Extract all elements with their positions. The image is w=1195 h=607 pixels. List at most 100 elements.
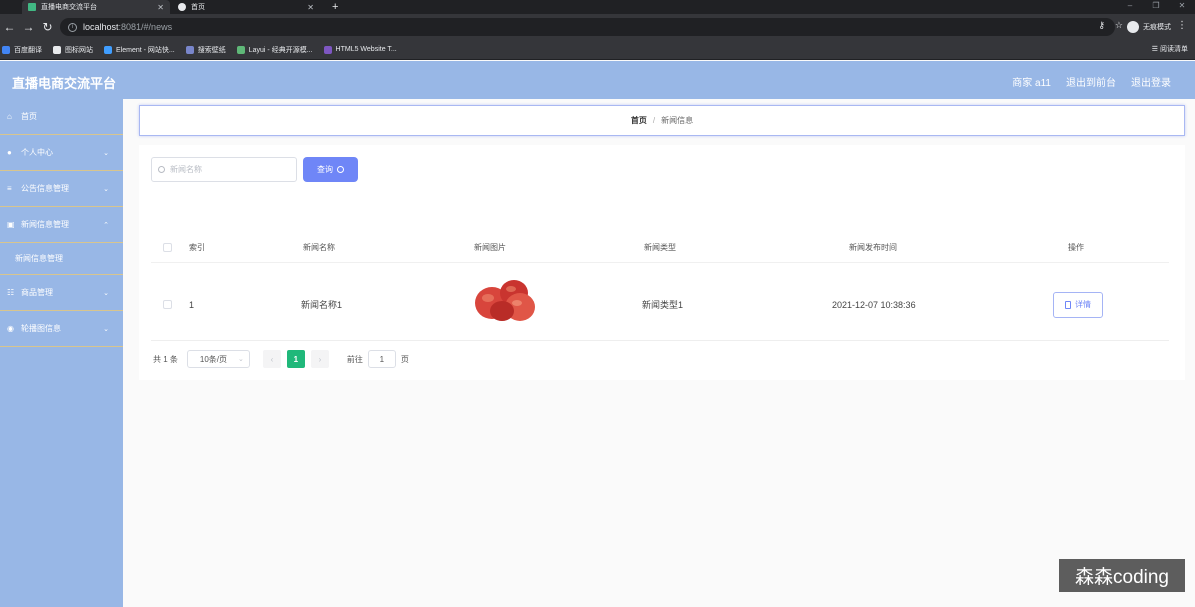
sidebar-item-label: 个人中心	[21, 148, 53, 157]
news-icon: ▣	[7, 219, 15, 229]
reading-list-icon: ☰	[1151, 46, 1160, 53]
search-placeholder: 新闻名称	[170, 165, 202, 174]
tab-search-icon[interactable]	[0, 0, 14, 14]
chevron-down-icon: ⌄	[103, 149, 109, 157]
reload-icon[interactable]: ↻	[38, 20, 57, 34]
chevron-down-icon: ⌄	[238, 356, 244, 363]
info-icon[interactable]: i	[68, 22, 77, 32]
col-header-image: 新闻图片	[474, 243, 506, 252]
app-header: 直播电商交流平台 商家 a11 退出到前台 退出登录	[0, 61, 1195, 99]
chevron-up-icon: ⌃	[103, 221, 109, 229]
globe-icon	[178, 3, 186, 11]
url-host: localhost	[83, 22, 119, 32]
tab-home[interactable]: 首页 ✕	[172, 0, 320, 14]
flag-icon	[53, 45, 61, 54]
incognito-label: 无痕模式	[1143, 24, 1171, 31]
bookmark-item[interactable]: 图标网站	[53, 45, 93, 55]
select-all-checkbox[interactable]	[163, 243, 172, 252]
page-number-current[interactable]: 1	[286, 350, 305, 368]
goto-page-input[interactable]: 1	[367, 350, 396, 368]
url-path: :8081/#/news	[118, 22, 173, 32]
cell-type: 新闻类型1	[642, 300, 684, 310]
breadcrumb-separator: /	[652, 116, 656, 125]
incognito-indicator[interactable]: 无痕模式	[1127, 21, 1171, 33]
reading-list-label: 阅读清单	[1160, 46, 1188, 53]
breadcrumb: 首页 / 新闻信息	[139, 105, 1185, 136]
element-icon	[104, 45, 112, 54]
address-bar-row: ← → ↻ i localhost:8081/#/news ⚷ ☆ 无痕模式 ⋮	[0, 14, 1195, 40]
next-page-button[interactable]: ›	[310, 350, 329, 368]
bookmark-item[interactable]: Layui - 经典开源模...	[236, 45, 313, 55]
col-header-actions: 操作	[1068, 243, 1084, 252]
url-actions: ⚷ ☆	[1098, 20, 1123, 31]
minimize-icon[interactable]: –	[1117, 0, 1143, 14]
content-panel: 新闻名称 查询 索引 新闻名称 新闻图片 新闻类型 新闻发布时间 操作 1 新闻…	[139, 145, 1185, 380]
document-icon	[1065, 300, 1071, 309]
bookmark-item[interactable]: 搜索壁纸	[185, 45, 226, 55]
chevron-down-icon: ⌄	[103, 325, 109, 333]
header-actions: 商家 a11 退出到前台 退出登录	[1012, 74, 1171, 89]
bookmark-label: HTML5 Website T...	[335, 46, 397, 53]
layui-icon	[236, 45, 245, 54]
key-icon[interactable]: ⚷	[1098, 20, 1105, 31]
bookmark-label: Element - 网站快...	[116, 46, 175, 54]
sidebar-item-notices[interactable]: ≡ 公告信息管理 ⌄	[0, 171, 123, 207]
bookmark-label: 图标网站	[65, 46, 93, 54]
bookmark-item[interactable]: 百度翻译	[2, 45, 42, 55]
translate-icon	[2, 45, 10, 54]
chevron-down-icon: ⌄	[103, 185, 109, 193]
list-icon: ≡	[7, 183, 12, 193]
news-name-search-input[interactable]: 新闻名称	[151, 157, 297, 182]
breadcrumb-home[interactable]: 首页	[631, 115, 647, 126]
pagination-total: 共 1 条	[153, 354, 178, 364]
sidebar-item-home[interactable]: ⌂ 首页	[0, 99, 123, 135]
back-to-frontend-link[interactable]: 退出到前台	[1066, 74, 1116, 89]
new-tab-button[interactable]: +	[326, 0, 344, 14]
maximize-icon[interactable]: ❐	[1143, 0, 1169, 14]
query-button[interactable]: 查询	[303, 157, 358, 182]
query-button-label: 查询	[317, 165, 333, 174]
url-field[interactable]: i localhost:8081/#/news	[60, 18, 1115, 36]
tab-current[interactable]: 直播电商交流平台 ✕	[22, 0, 170, 14]
sidebar-subitem-news[interactable]: 新闻信息管理	[0, 243, 123, 275]
sidebar-item-profile[interactable]: ● 个人中心 ⌄	[0, 135, 123, 171]
logout-link[interactable]: 退出登录	[1131, 74, 1171, 89]
col-header-type: 新闻类型	[644, 243, 676, 252]
forward-icon[interactable]: →	[19, 20, 38, 34]
cell-time: 2021-12-07 10:38:36	[832, 299, 916, 310]
sidebar: ⌂ 首页 ● 个人中心 ⌄ ≡ 公告信息管理 ⌄ ▣ 新闻信息管理 ⌃ 新闻信息…	[0, 99, 123, 607]
app-title: 直播电商交流平台	[12, 76, 117, 91]
table-row: 1 新闻名称1 新闻类型1 2021-12-07 10:38:36 详情	[151, 269, 1169, 341]
sidebar-item-label: 新闻信息管理	[15, 254, 63, 263]
search-icon	[158, 166, 165, 173]
page-size-select[interactable]: 10条/页 ⌄	[186, 350, 250, 368]
table-header: 索引 新闻名称 新闻图片 新闻类型 新闻发布时间 操作	[151, 233, 1169, 263]
sidebar-item-goods[interactable]: ☷ 商品管理 ⌄	[0, 275, 123, 311]
browser-tab-bar: 直播电商交流平台 ✕ 首页 ✕ + – ❐ ✕	[0, 0, 1195, 14]
current-user: 商家 a11	[1012, 78, 1051, 89]
bookmark-item[interactable]: HTML5 Website T...	[323, 45, 397, 54]
menu-icon[interactable]: ⋮	[1177, 20, 1187, 31]
prev-page-button[interactable]: ‹	[262, 350, 281, 368]
star-icon[interactable]: ☆	[1115, 20, 1123, 31]
sidebar-item-carousel[interactable]: ◉ 轮播图信息 ⌄	[0, 311, 123, 347]
sidebar-item-label: 首页	[21, 112, 37, 121]
window-close-icon[interactable]: ✕	[1169, 0, 1195, 14]
bookmark-item[interactable]: Element - 网站快...	[104, 45, 175, 55]
reading-list[interactable]: ☰ 阅读清单	[1152, 44, 1188, 54]
search-icon	[337, 166, 344, 173]
sidebar-item-news[interactable]: ▣ 新闻信息管理 ⌃	[0, 207, 123, 243]
detail-button[interactable]: 详情	[1053, 291, 1103, 318]
close-icon[interactable]: ✕	[307, 3, 314, 12]
back-icon[interactable]: ←	[0, 20, 19, 34]
close-icon[interactable]: ✕	[157, 3, 164, 12]
col-header-index: 索引	[189, 243, 205, 252]
row-checkbox[interactable]	[163, 300, 172, 309]
col-header-time: 新闻发布时间	[849, 243, 897, 252]
watermark: 森森coding	[1059, 559, 1185, 592]
vue-icon	[28, 3, 36, 11]
bookmark-label: 搜索壁纸	[197, 46, 226, 54]
bookmarks-bar: 百度翻译 图标网站 Element - 网站快... 搜索壁纸 Layui - …	[0, 40, 1195, 60]
news-image-apples	[475, 280, 535, 321]
select-all-cell	[163, 233, 172, 262]
